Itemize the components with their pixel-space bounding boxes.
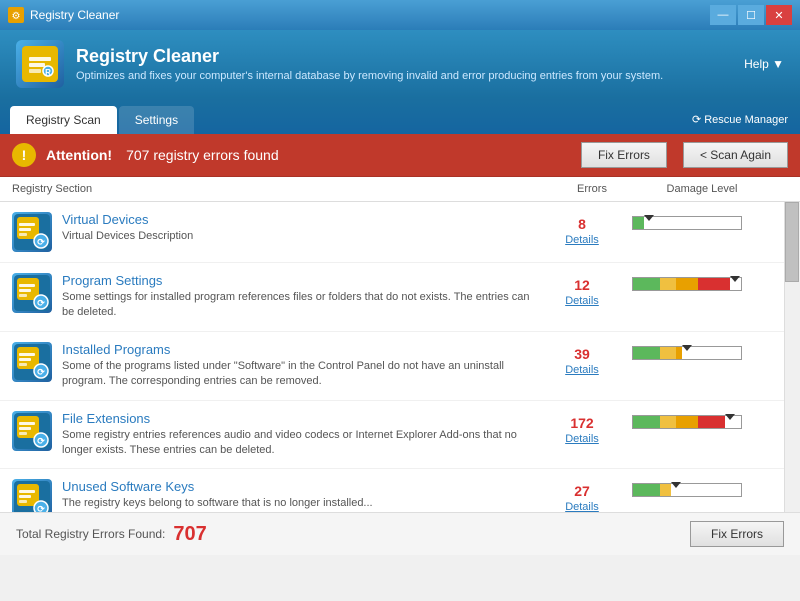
column-headers: Registry Section Errors Damage Level — [0, 177, 800, 202]
details-link[interactable]: Details — [542, 364, 622, 376]
main-content: ⟳ Virtual Devices Virtual Devices Descrip… — [0, 202, 800, 512]
item-damage — [632, 273, 772, 291]
details-link[interactable]: Details — [542, 433, 622, 445]
item-description: Some settings for installed program refe… — [62, 290, 532, 321]
item-title[interactable]: Program Settings — [62, 273, 532, 288]
item-title[interactable]: Virtual Devices — [62, 212, 532, 227]
item-damage — [632, 479, 772, 497]
window-title: Registry Cleaner — [30, 8, 119, 22]
error-count: 172 — [542, 415, 622, 431]
list-item: ⟳ Virtual Devices Virtual Devices Descrip… — [0, 202, 800, 263]
title-bar: ⚙ Registry Cleaner — ☐ ✕ — [0, 0, 800, 30]
tabs: Registry Scan Settings — [10, 106, 194, 134]
details-link[interactable]: Details — [542, 234, 622, 246]
fix-errors-button[interactable]: Fix Errors — [581, 142, 667, 168]
svg-text:⟳: ⟳ — [37, 436, 45, 446]
header-left: R Registry Cleaner Optimizes and fixes y… — [16, 40, 663, 88]
maximize-button[interactable]: ☐ — [738, 5, 764, 25]
list-item: ⟳ Unused Software Keys The registry keys … — [0, 469, 800, 512]
item-title[interactable]: Unused Software Keys — [62, 479, 532, 494]
tab-registry-scan[interactable]: Registry Scan — [10, 106, 117, 134]
footer-fix-errors-button[interactable]: Fix Errors — [690, 521, 784, 547]
item-icon: ⟳ — [12, 273, 52, 313]
app-title: Registry Cleaner — [76, 46, 663, 67]
item-icon: ⟳ — [12, 212, 52, 252]
item-icon: ⟳ — [12, 411, 52, 451]
svg-text:⚙: ⚙ — [12, 11, 21, 22]
title-bar-left: ⚙ Registry Cleaner — [8, 7, 119, 23]
app-icon: ⚙ — [8, 7, 24, 23]
item-content: File Extensions Some registry entries ref… — [62, 411, 532, 459]
svg-text:⟳: ⟳ — [37, 298, 45, 308]
item-damage — [632, 212, 772, 230]
list-item: ⟳ Program Settings Some settings for inst… — [0, 263, 800, 332]
details-link[interactable]: Details — [542, 295, 622, 307]
item-errors: 172 Details — [542, 411, 622, 445]
item-icon: ⟳ — [12, 342, 52, 382]
content-list: ⟳ Virtual Devices Virtual Devices Descrip… — [0, 202, 800, 512]
col-header-damage: Damage Level — [632, 183, 772, 195]
error-count: 8 — [542, 216, 622, 232]
tabs-area: Registry Scan Settings ⟳ Rescue Manager — [0, 98, 800, 134]
item-content: Program Settings Some settings for instal… — [62, 273, 532, 321]
item-content: Installed Programs Some of the programs l… — [62, 342, 532, 390]
item-description: Virtual Devices Description — [62, 229, 532, 244]
footer: Total Registry Errors Found: 707 Fix Err… — [0, 512, 800, 555]
error-count: 27 — [542, 483, 622, 499]
minimize-button[interactable]: — — [710, 5, 736, 25]
item-errors: 12 Details — [542, 273, 622, 307]
svg-text:⟳: ⟳ — [37, 504, 45, 512]
item-errors: 39 Details — [542, 342, 622, 376]
svg-text:⟳: ⟳ — [37, 367, 45, 377]
svg-text:R: R — [45, 68, 51, 77]
attention-bar: ! Attention! 707 registry errors found F… — [0, 134, 800, 177]
item-damage — [632, 342, 772, 360]
app-description: Optimizes and fixes your computer's inte… — [76, 70, 663, 82]
app-header: R Registry Cleaner Optimizes and fixes y… — [0, 30, 800, 98]
item-damage — [632, 411, 772, 429]
item-title[interactable]: File Extensions — [62, 411, 532, 426]
col-header-section: Registry Section — [12, 183, 552, 195]
header-app-icon: R — [16, 40, 64, 88]
footer-count: 707 — [173, 523, 206, 546]
error-count: 39 — [542, 346, 622, 362]
list-item: ⟳ Installed Programs Some of the programs… — [0, 332, 800, 401]
tab-settings[interactable]: Settings — [119, 106, 194, 134]
close-button[interactable]: ✕ — [766, 5, 792, 25]
attention-message: 707 registry errors found — [126, 147, 279, 163]
error-count: 12 — [542, 277, 622, 293]
item-description: Some registry entries references audio a… — [62, 428, 532, 459]
header-text: Registry Cleaner Optimizes and fixes you… — [76, 46, 663, 82]
scrollbar[interactable] — [784, 202, 800, 512]
col-header-errors: Errors — [552, 183, 632, 195]
scan-again-button[interactable]: < Scan Again — [683, 142, 788, 168]
item-description: The registry keys belong to software tha… — [62, 496, 532, 511]
item-content: Virtual Devices Virtual Devices Descripti… — [62, 212, 532, 244]
help-button[interactable]: Help ▼ — [744, 57, 784, 71]
item-errors: 8 Details — [542, 212, 622, 246]
item-description: Some of the programs listed under "Softw… — [62, 359, 532, 390]
header-icon-inner: R — [22, 46, 58, 82]
rescue-manager-button[interactable]: ⟳ Rescue Manager — [692, 113, 800, 134]
window-controls: — ☐ ✕ — [710, 5, 792, 25]
details-link[interactable]: Details — [542, 501, 622, 512]
scrollbar-thumb[interactable] — [785, 202, 799, 282]
list-item: ⟳ File Extensions Some registry entries r… — [0, 401, 800, 470]
item-errors: 27 Details — [542, 479, 622, 512]
attention-icon: ! — [12, 143, 36, 167]
item-content: Unused Software Keys The registry keys be… — [62, 479, 532, 511]
attention-bold-text: Attention! — [46, 147, 112, 163]
item-icon: ⟳ — [12, 479, 52, 512]
item-title[interactable]: Installed Programs — [62, 342, 532, 357]
footer-label: Total Registry Errors Found: — [16, 527, 165, 541]
svg-text:⟳: ⟳ — [37, 237, 45, 247]
